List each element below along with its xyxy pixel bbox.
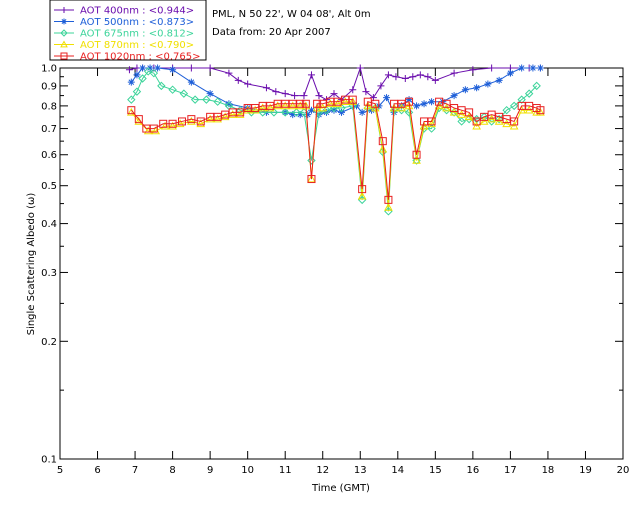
data-point bbox=[383, 94, 391, 102]
info-line-location: PML, N 50 22', W 04 08', Alt 0m bbox=[212, 9, 371, 20]
x-tick-label: 9 bbox=[207, 465, 213, 476]
data-point bbox=[244, 80, 252, 88]
data-point bbox=[358, 108, 366, 116]
x-tick-label: 6 bbox=[94, 465, 100, 476]
x-tick-label: 17 bbox=[504, 465, 517, 476]
axis-ticks: 5 6 7 8 9 10 11 12 13 14 15 16 17 18 19 20 1.0 0.9 0.8 0.7 0… bbox=[41, 64, 629, 477]
x-tick-label: 13 bbox=[354, 465, 367, 476]
x-tick-label: 18 bbox=[542, 465, 555, 476]
legend-swatch-marker bbox=[61, 18, 67, 25]
x-tick-label: 16 bbox=[466, 465, 479, 476]
x-tick-label: 11 bbox=[279, 465, 292, 476]
series-4 bbox=[126, 97, 545, 211]
data-point bbox=[206, 64, 214, 72]
legend-label: AOT 675nm : <0.812> bbox=[80, 29, 194, 40]
y-tick-label: 0.5 bbox=[41, 181, 57, 192]
data-point bbox=[262, 84, 270, 92]
data-point bbox=[416, 71, 424, 79]
data-point bbox=[377, 82, 385, 90]
data-point bbox=[518, 64, 526, 72]
data-point bbox=[281, 90, 289, 98]
x-tick-label: 5 bbox=[57, 465, 63, 476]
y-tick-label: 1.0 bbox=[41, 64, 57, 75]
data-point bbox=[272, 88, 280, 96]
data-point bbox=[206, 90, 214, 98]
data-point bbox=[450, 69, 458, 77]
y-tick-label: 0.4 bbox=[41, 219, 57, 230]
albedo-chart: 5 6 7 8 9 10 11 12 13 14 15 16 17 18 19 20 1.0 0.9 0.8 0.7 0… bbox=[26, 0, 629, 494]
y-tick-label: 0.7 bbox=[41, 124, 57, 135]
data-point bbox=[431, 76, 439, 84]
data-point bbox=[450, 92, 458, 100]
y-axis-title: Single Scattering Albedo (ω) bbox=[26, 193, 37, 336]
y-tick-label: 0.8 bbox=[41, 101, 57, 112]
data-point bbox=[495, 76, 503, 84]
x-tick-label: 14 bbox=[391, 465, 404, 476]
data-point bbox=[315, 92, 323, 100]
data-point bbox=[424, 73, 432, 81]
data-point bbox=[409, 73, 417, 81]
data-point bbox=[401, 75, 409, 83]
legend: AOT 400nm : <0.944>AOT 500nm : <0.873>AO… bbox=[49, 0, 207, 63]
x-tick-label: 19 bbox=[579, 465, 592, 476]
data-point bbox=[291, 92, 299, 100]
data-point bbox=[420, 100, 428, 108]
series-1 bbox=[125, 64, 544, 104]
data-point bbox=[536, 64, 544, 72]
info-line-date: Data from: 20 Apr 2007 bbox=[212, 27, 331, 38]
data-point bbox=[488, 64, 496, 72]
data-point bbox=[187, 64, 195, 72]
data-point bbox=[484, 80, 492, 88]
x-axis-title: Time (GMT) bbox=[311, 483, 370, 494]
data-point bbox=[300, 92, 308, 100]
data-point bbox=[125, 66, 133, 74]
data-point bbox=[392, 73, 400, 81]
x-tick-label: 15 bbox=[429, 465, 442, 476]
x-tick-label: 8 bbox=[169, 465, 175, 476]
x-tick-label: 10 bbox=[241, 465, 254, 476]
y-tick-label: 0.6 bbox=[41, 150, 57, 161]
data-point bbox=[384, 71, 392, 79]
y-tick-label: 0.1 bbox=[41, 455, 57, 466]
data-point bbox=[461, 86, 469, 94]
data-point bbox=[506, 69, 514, 77]
y-tick-label: 0.2 bbox=[41, 337, 57, 348]
data-point bbox=[428, 98, 436, 106]
data-point bbox=[169, 66, 177, 74]
data-point bbox=[338, 108, 345, 116]
y-tick-label: 0.3 bbox=[41, 268, 57, 279]
series-layer bbox=[125, 64, 545, 216]
legend-label: AOT 870nm : <0.790> bbox=[80, 40, 194, 51]
y-tick-label: 0.9 bbox=[41, 81, 57, 92]
data-point bbox=[469, 66, 477, 74]
data-point bbox=[126, 107, 136, 116]
data-point bbox=[413, 102, 421, 110]
data-point bbox=[529, 64, 537, 72]
data-point bbox=[307, 71, 315, 79]
legend-label: AOT 1020nm : <0.765> bbox=[80, 52, 200, 63]
data-point bbox=[127, 78, 135, 86]
x-tick-label: 12 bbox=[316, 465, 329, 476]
legend-label: AOT 500nm : <0.873> bbox=[80, 17, 194, 28]
series-line bbox=[130, 99, 541, 200]
data-point bbox=[473, 84, 481, 92]
legend-label: AOT 400nm : <0.944> bbox=[80, 6, 194, 17]
data-point bbox=[187, 78, 195, 86]
data-point bbox=[133, 71, 141, 79]
x-tick-label: 20 bbox=[617, 465, 630, 476]
data-point bbox=[356, 64, 364, 72]
x-tick-label: 7 bbox=[132, 465, 138, 476]
